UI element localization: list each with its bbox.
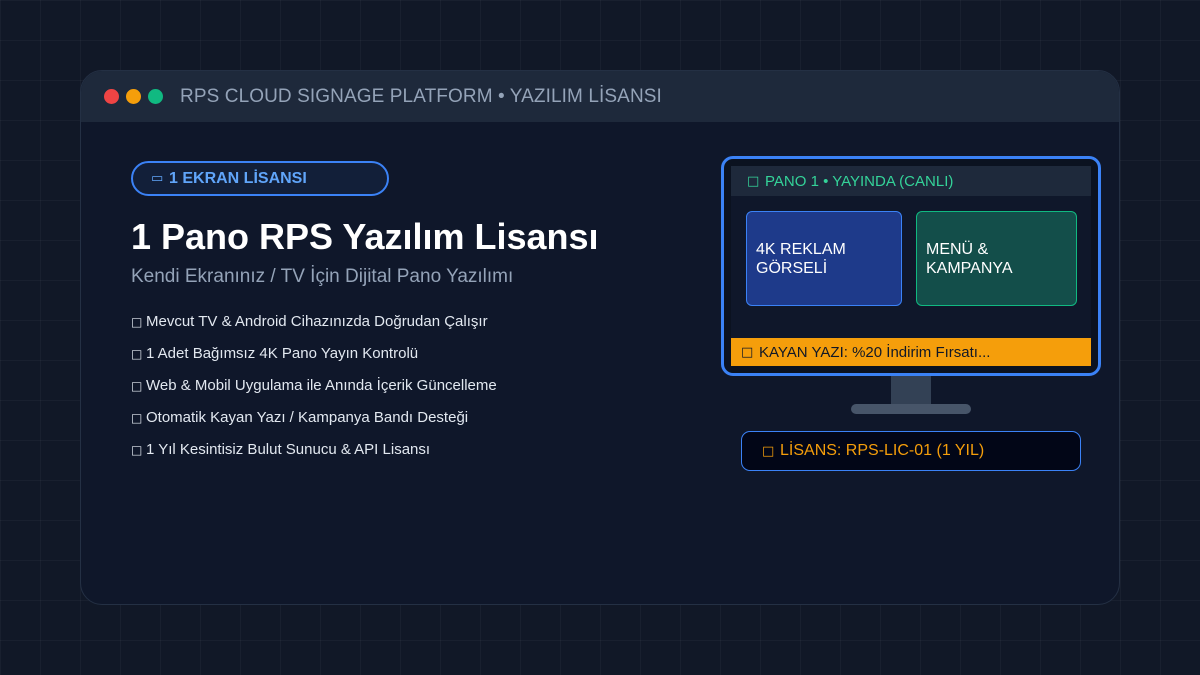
- scrolling-ticker: □ KAYAN YAZI: %20 İndirim Fırsatı...: [731, 338, 1091, 366]
- feature-label: Mevcut TV & Android Cihazınızda Doğrudan…: [146, 313, 488, 330]
- feature-item: □ 1 Adet Bağımsız 4K Pano Yayın Kontrolü: [131, 338, 599, 370]
- app-window: RPS CLOUD SIGNAGE PLATFORM • YAZILIM LİS…: [80, 70, 1120, 605]
- feature-label: Otomatik Kayan Yazı / Kampanya Bandı Des…: [146, 409, 469, 426]
- feature-item: □ Otomatik Kayan Yazı / Kampanya Bandı De…: [131, 402, 599, 434]
- key-icon: □: [762, 443, 775, 459]
- page-subtitle: Kendi Ekranınız / TV İçin Dijital Pano Y…: [131, 266, 514, 287]
- check-icon: □: [131, 379, 143, 393]
- badge-label: 1 EKRAN LİSANSI: [169, 169, 307, 187]
- title-bar: RPS CLOUD SIGNAGE PLATFORM • YAZILIM LİS…: [81, 71, 1119, 122]
- feature-list: □ Mevcut TV & Android Cihazınızda Doğruda…: [131, 306, 599, 466]
- megaphone-icon: □: [741, 344, 754, 360]
- license-code: LİSANS: RPS-LIC-01 (1 YIL): [780, 442, 985, 459]
- check-icon: □: [131, 443, 143, 457]
- monitor-stand-base: [851, 404, 971, 414]
- page-title: 1 Pano RPS Yazılım Lisansı: [131, 216, 599, 257]
- license-code-box: □ LİSANS: RPS-LIC-01 (1 YIL): [741, 431, 1081, 471]
- product-info: ▭ 1 EKRAN LİSANSI 1 Pano RPS Yazılım Lis…: [131, 161, 599, 466]
- close-button[interactable]: [104, 89, 119, 104]
- feature-item: □ Mevcut TV & Android Cihazınızda Doğruda…: [131, 306, 599, 338]
- menu-tile-label: MENÜ & KAMPANYA: [926, 240, 1013, 277]
- maximize-button[interactable]: [148, 89, 163, 104]
- screen-status-bar: □ PANO 1 • YAYINDA (CANLI): [731, 166, 1091, 196]
- ticker-text: KAYAN YAZI: %20 İndirim Fırsatı...: [759, 343, 991, 361]
- check-icon: □: [131, 411, 143, 425]
- window-title: RPS CLOUD SIGNAGE PLATFORM • YAZILIM LİS…: [180, 85, 662, 107]
- menu-campaign-tile: MENÜ & KAMPANYA: [916, 211, 1077, 306]
- signage-monitor-preview: □ PANO 1 • YAYINDA (CANLI) 4K REKLAM GÖR…: [721, 156, 1101, 376]
- feature-label: 1 Adet Bağımsız 4K Pano Yayın Kontrolü: [146, 345, 419, 362]
- ad-visual-tile: 4K REKLAM GÖRSELİ: [746, 211, 902, 306]
- screen-icon: ▭: [151, 171, 164, 186]
- monitor-stand-neck: [891, 376, 931, 406]
- ad-tile-label: 4K REKLAM GÖRSELİ: [756, 240, 846, 277]
- screen-status: PANO 1 • YAYINDA (CANLI): [765, 172, 954, 190]
- license-type-badge: ▭ 1 EKRAN LİSANSI: [131, 161, 389, 196]
- live-dot-icon: □: [747, 173, 760, 189]
- minimize-button[interactable]: [126, 89, 141, 104]
- feature-label: 1 Yıl Kesintisiz Bulut Sunucu & API Lisa…: [146, 441, 431, 458]
- feature-item: □ 1 Yıl Kesintisiz Bulut Sunucu & API Lis…: [131, 434, 599, 466]
- feature-item: □ Web & Mobil Uygulama ile Anında İçerik …: [131, 370, 599, 402]
- check-icon: □: [131, 347, 143, 361]
- feature-label: Web & Mobil Uygulama ile Anında İçerik G…: [146, 377, 497, 394]
- monitor-screen: □ PANO 1 • YAYINDA (CANLI) 4K REKLAM GÖR…: [731, 166, 1091, 366]
- check-icon: □: [131, 315, 143, 329]
